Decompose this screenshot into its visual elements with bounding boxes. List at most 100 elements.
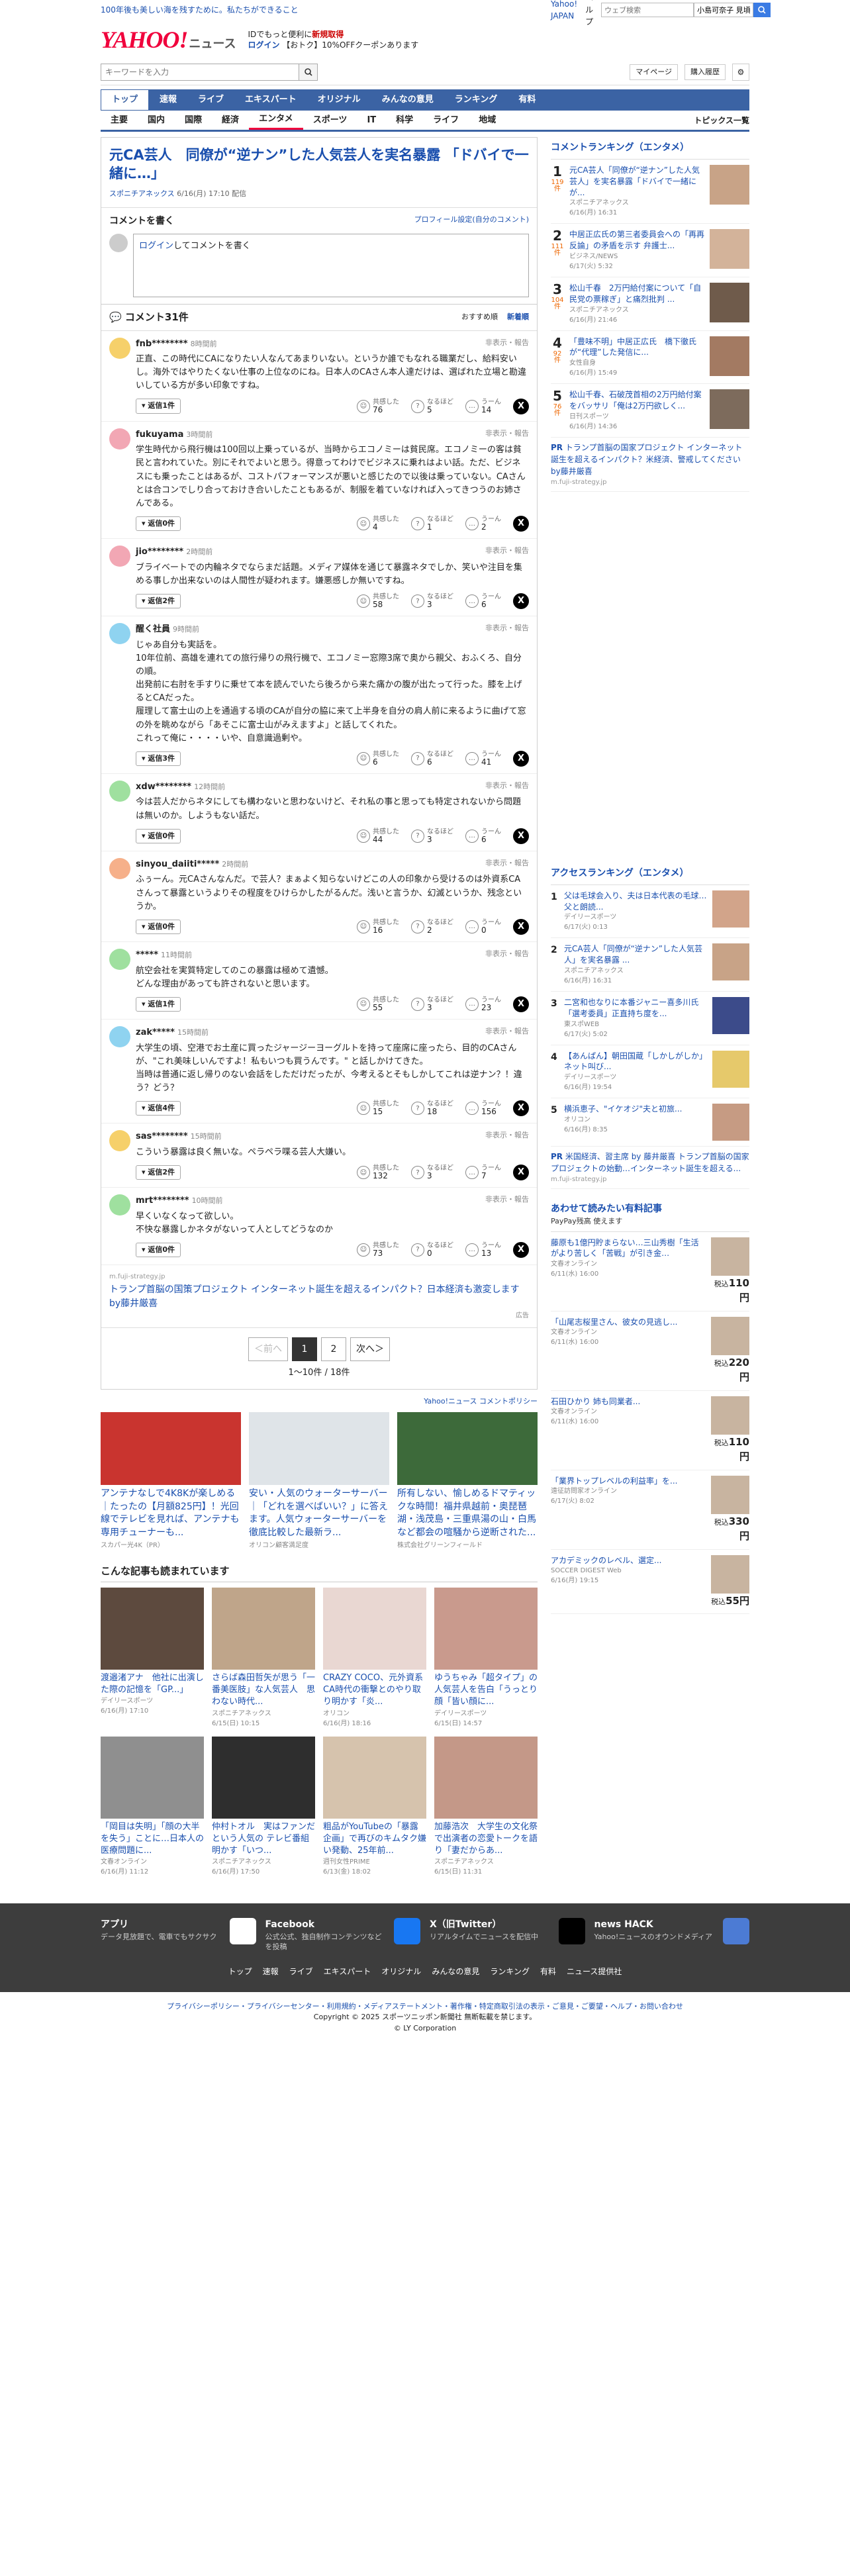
related-title[interactable]: 加藤浩次 大学生の文化祭で出演者の恋愛トークを語り「妻だからあ... [434,1821,538,1858]
comment-user[interactable]: mrt******** 10時間前 [136,1194,223,1208]
comment-policy-link[interactable]: Yahoo!ニュース コメントポリシー [101,1396,538,1407]
x-share-icon[interactable]: X [513,918,529,935]
sort-recommended[interactable]: おすすめ順 [461,312,498,321]
reply-button[interactable]: ▾ 返信0件 [136,919,181,935]
reaction-r1[interactable]: ☺ 共感した 132 [357,1165,399,1180]
reaction-r1[interactable]: ☺ 共感した 4 [357,516,399,532]
category-tab[interactable]: 国際 [175,111,212,130]
nav-item[interactable]: 速報 [149,89,187,111]
reaction-r1[interactable]: ☺ 共感した 44 [357,828,399,844]
report-link[interactable]: 非表示・報告 [485,1194,529,1208]
category-tab[interactable]: 地域 [469,111,506,130]
reply-button[interactable]: ▾ 返信0件 [136,1242,181,1258]
ad-title[interactable]: 所有しない、愉しめるドマティックな時間！福井県越前・奥琵琶湖・浅茂島・三重県湯の… [397,1488,538,1539]
register-link[interactable]: 新規取得 [312,30,344,39]
paid-title[interactable]: 藤原も1億円貯まらない…三山秀樹「生活がより苦しく「苦戦」が引き金… [551,1237,706,1260]
report-link[interactable]: 非表示・報告 [485,781,529,794]
reaction-r3[interactable]: … うーん 2 [465,516,501,532]
top-search-user[interactable] [694,3,754,17]
comment-user[interactable]: ***** 11時間前 [136,949,192,962]
reaction-r1[interactable]: ☺ 共感した 6 [357,751,399,767]
reaction-r3[interactable]: … うーん 14 [465,399,501,414]
reaction-r3[interactable]: … うーん 6 [465,593,501,609]
nav-item[interactable]: トップ [101,89,150,111]
nav-item[interactable]: ライブ [187,89,234,111]
reply-button[interactable]: ▾ 返信2件 [136,593,181,609]
access-item[interactable]: 2 元CA芸人「同僚が“逆ナン”した人気芸人」を実名暴露 ... スポニチアネックス… [551,938,749,992]
x-share-icon[interactable]: X [513,1165,529,1180]
related-title[interactable]: 仲村トオル 実はファンだという人気の テレビ番組明かす「いつ... [212,1821,315,1858]
x-share-icon[interactable]: X [513,516,529,532]
gear-icon[interactable]: ⚙ [732,64,749,81]
footer-app[interactable]: news HACK Yahoo!ニュースのオウンドメディア [594,1918,749,1952]
paid-title[interactable]: 「業界トップレベルの利益率」を... [551,1476,706,1487]
ranking-pr[interactable]: PR トランプ首脳の国家プロジェクト インターネット誕生を超えるインパクト？米経… [551,438,749,492]
category-tab[interactable]: 科学 [386,111,423,130]
reaction-r2[interactable]: ? なるほど 3 [411,996,453,1012]
ad-title[interactable]: アンテナなしで4K8Kが楽しめる｜たったの【月額825円】！光回線でテレビを見れ… [101,1488,241,1539]
rank-title[interactable]: 中居正広氏の第三者委員会への「再再反論」の矛盾を示す 弁護士... [569,229,704,252]
ranking-item[interactable]: 3 104件 松山千春 2万円給付案について「自民党の票稼ぎ」と痛烈批判 ... スポ… [551,277,749,331]
policy-links[interactable]: プライバシーポリシー・プライバシーセンター・利用規約・メディアステートメント・著… [0,2001,850,2013]
reply-button[interactable]: ▾ 返信0件 [136,828,181,844]
category-tab[interactable]: エンタメ [249,111,303,130]
x-share-icon[interactable]: X [513,750,529,767]
reaction-r2[interactable]: ? なるほど 1 [411,516,453,532]
reaction-r2[interactable]: ? なるほど 2 [411,919,453,935]
footer-link[interactable]: ニュース提供社 [567,1966,622,1978]
ranking-item[interactable]: 5 76件 松山千春、石破茂首相の2万円給付案をバッサリ「俺は2万円欲しく... 日刊… [551,384,749,438]
rank-title[interactable]: 【あんぱん】朝田国蔵「しかしがしか」 ネット叫び... [564,1051,708,1073]
rank-title[interactable]: 松山千春 2万円給付案について「自民党の票稼ぎ」と痛烈批判 ... [569,283,704,305]
footer-app[interactable]: Facebook 公式公式、独自制作コンテンツなどを投稿 [265,1918,420,1952]
profile-setting-link[interactable]: プロフィール設定(自分のコメント) [414,215,529,228]
reaction-r1[interactable]: ☺ 共感した 76 [357,399,399,414]
reaction-r3[interactable]: … うーん 7 [465,1165,501,1180]
search-icon[interactable] [753,3,771,17]
rank-title[interactable]: 松山千春、石破茂首相の2万円給付案をバッサリ「俺は2万円欲しく... [569,389,704,412]
article-title[interactable]: 元CA芸人 同僚が“逆ナン”した人気芸人を実名暴露 「ドバイで一緒に…」 [109,146,529,183]
x-share-icon[interactable]: X [513,398,529,414]
footer-link[interactable]: エキスパート [324,1966,371,1978]
reaction-r3[interactable]: … うーん 156 [465,1100,501,1116]
paid-article[interactable]: 「山尾志桜里さん、彼女の見逃し... 文春オンライン 6/11(水) 16:00 税込… [551,1312,749,1391]
footer-link[interactable]: みんなの意見 [432,1966,479,1978]
reply-button[interactable]: ▾ 返信0件 [136,516,181,532]
ranking-item[interactable]: 4 92件 「豊味不明」中居正広氏 橋下徹氏が“代理”した発信に... 女性自身 6/1… [551,331,749,385]
related-title[interactable]: CRAZY COCO、元外資系CA時代の衝撃とのやり取り明かす「炎... [323,1672,426,1709]
reaction-r3[interactable]: … うーん 23 [465,996,501,1012]
sort-newest[interactable]: 新着順 [507,312,529,321]
related-article[interactable]: 仲村トオル 実はファンだという人気の テレビ番組明かす「いつ... スポニチアネッ… [212,1736,315,1878]
category-tab[interactable]: IT [357,111,386,130]
related-article[interactable]: 渡邉渚アナ 他社に出演した際の記憶を「GP...」 デイリースポーツ 6/16(月)… [101,1587,204,1729]
comment-user[interactable]: sinyou_daiiti***** 2時間前 [136,858,248,871]
reaction-r2[interactable]: ? なるほど 5 [411,399,453,414]
reaction-r3[interactable]: … うーん 6 [465,828,501,844]
paid-article[interactable]: 「業界トップレベルの利益率」を... 遠征訪問家オンライン 6/17(火) 8:02… [551,1470,749,1550]
inline-ad[interactable]: m.fuji-strategy.jp トランプ首脳の国策プロジェクト インターネ… [101,1265,537,1329]
reaction-r1[interactable]: ☺ 共感した 73 [357,1242,399,1258]
x-share-icon[interactable]: X [513,996,529,1012]
related-article[interactable]: ゆうちゃみ「超タイプ」の人気芸人を告白「うっとり顔「皆い顔に... デイリースポー… [434,1587,538,1729]
reaction-r2[interactable]: ? なるほど 3 [411,828,453,844]
reaction-r2[interactable]: ? なるほど 18 [411,1100,453,1116]
top-search-input[interactable] [601,3,694,17]
reaction-r2[interactable]: ? なるほど 6 [411,751,453,767]
footer-link[interactable]: 速報 [263,1966,279,1978]
category-tab[interactable]: 主要 [101,111,138,130]
paid-title[interactable]: アカデミックのレベル、選定... [551,1555,706,1566]
comment-user[interactable]: xdw******** 12時間前 [136,781,225,794]
ad-card[interactable]: 所有しない、愉しめるドマティックな時間！福井県越前・奥琵琶湖・浅茂島・三重県湯の… [397,1412,538,1550]
nav-item[interactable]: 有料 [508,89,546,111]
prev-page-button[interactable]: ＜前へ [248,1337,288,1362]
access-item[interactable]: 4 【あんぱん】朝田国蔵「しかしがしか」 ネット叫び... デイリースポーツ 6/16… [551,1045,749,1099]
report-link[interactable]: 非表示・報告 [485,949,529,962]
reaction-r2[interactable]: ? なるほど 3 [411,593,453,609]
report-link[interactable]: 非表示・報告 [485,1130,529,1143]
nav-item[interactable]: エキスパート [234,89,307,111]
comment-user[interactable]: sas******** 15時間前 [136,1130,222,1143]
rank-title[interactable]: 「豊味不明」中居正広氏 橋下徹氏が“代理”した発信に... [569,336,704,359]
paid-article[interactable]: 石田ひかり 姉も同業者... 文春オンライン 6/11(水) 16:00 税込110円 [551,1391,749,1470]
paid-article[interactable]: 藤原も1億円貯まらない…三山秀樹「生活がより苦しく「苦戦」が引き金… 文春オンライ… [551,1232,749,1312]
comment-user[interactable]: fukuyama 3時間前 [136,428,212,442]
comment-user[interactable]: 醒く社員 9時間前 [136,623,199,636]
